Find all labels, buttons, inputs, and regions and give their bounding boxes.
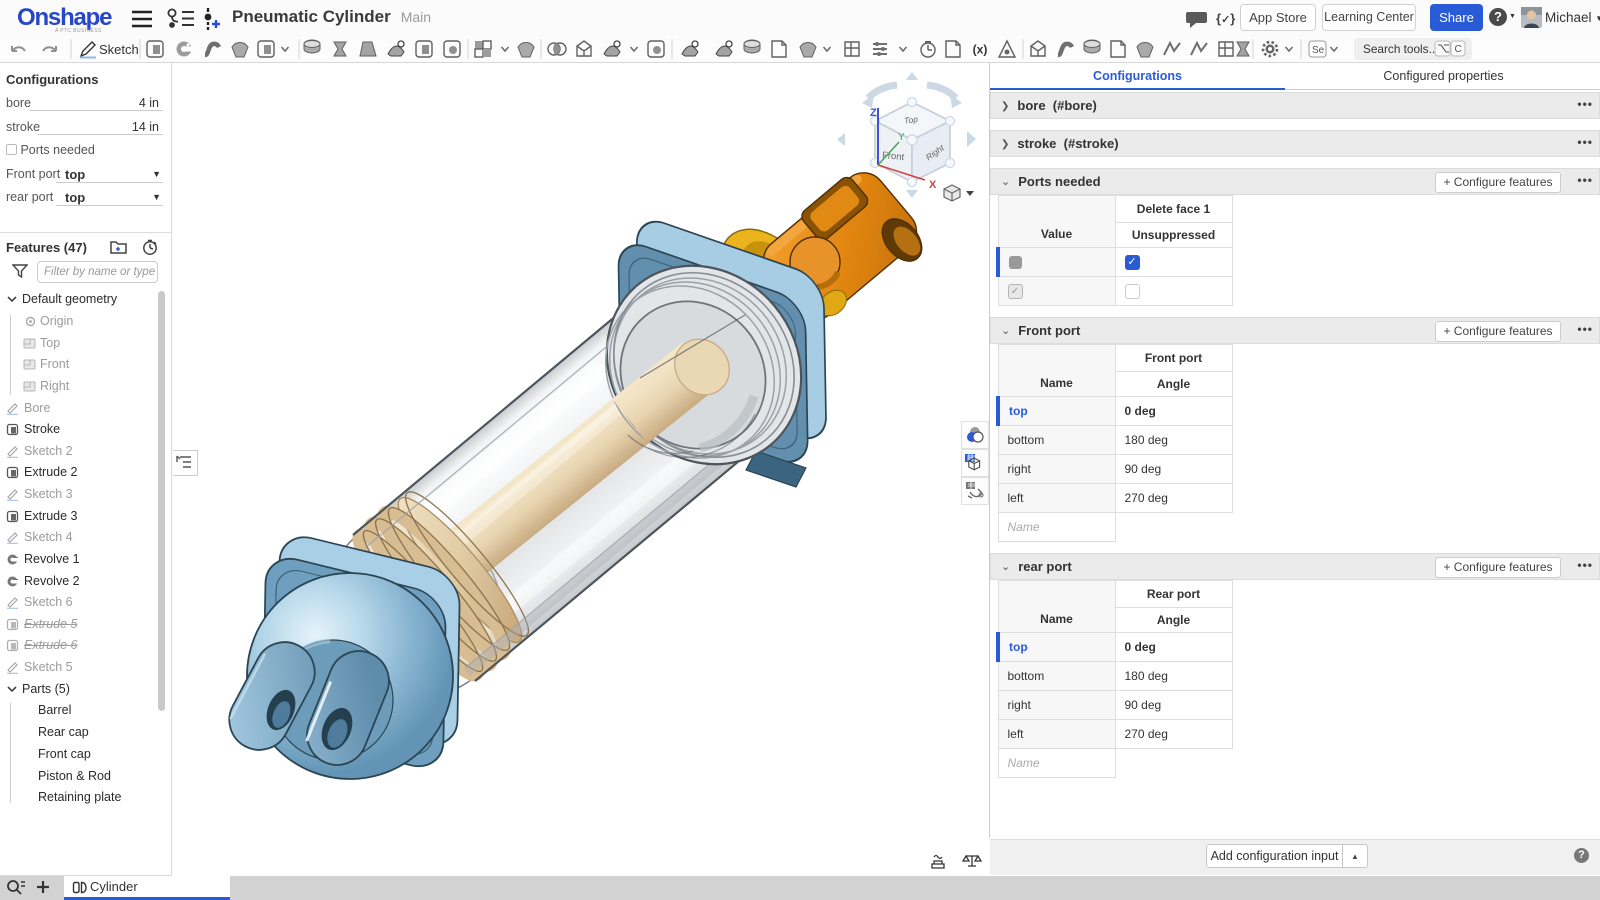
- svg-text:Sketch: Sketch: [99, 42, 139, 57]
- svg-text:Top: Top: [903, 114, 918, 126]
- svg-text:Search tools...: Search tools...: [1363, 42, 1438, 56]
- svg-text:Z: Z: [870, 107, 877, 119]
- svg-text:X: X: [929, 179, 937, 191]
- svg-text:C: C: [1455, 44, 1462, 55]
- svg-text:{✓}: {✓}: [1216, 11, 1235, 26]
- svg-text:Se: Se: [1312, 45, 1325, 56]
- svg-text:Y: Y: [898, 132, 905, 143]
